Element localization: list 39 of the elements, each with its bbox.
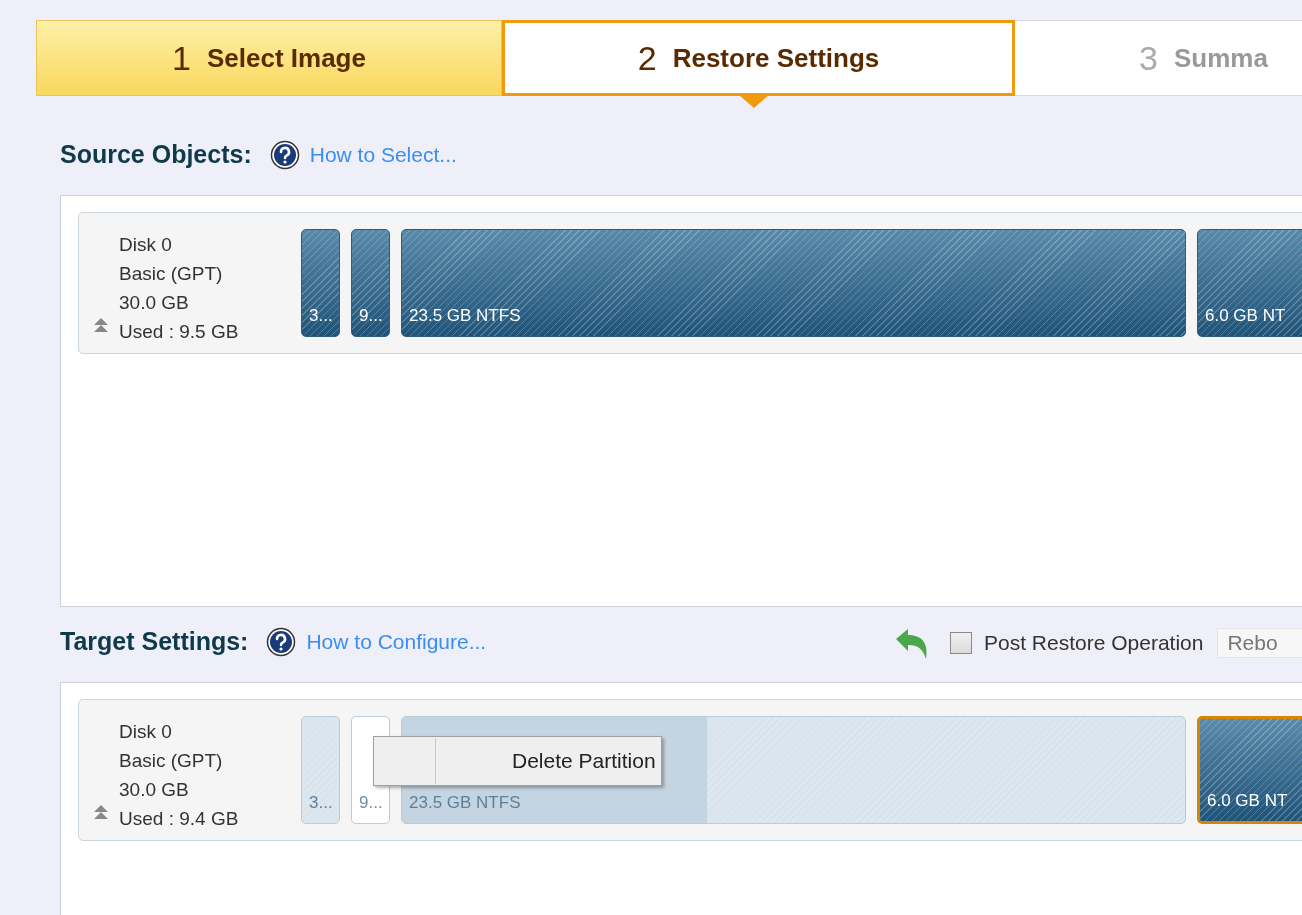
disk-info-text: Used : 9.5 GB [119, 320, 239, 344]
partition-label: 9... [358, 304, 383, 327]
step-number: 2 [637, 37, 657, 79]
partition-block[interactable]: 9... [351, 229, 390, 337]
step-label: Select Image [206, 41, 366, 75]
disk-info-text: Used : 9.4 GB [119, 807, 239, 831]
disk-info-text: Basic (GPT) [119, 262, 224, 286]
disk-info-text: 30.0 GB [119, 778, 190, 802]
partition-label: 6.0 GB NT [1204, 304, 1286, 327]
partition-label: 9... [358, 791, 383, 814]
partition-block[interactable]: 23.5 GB NTFS [401, 229, 1186, 337]
help-icon[interactable] [269, 140, 300, 170]
partition-block[interactable]: 3... [301, 229, 340, 337]
dropdown[interactable]: Rebo [1217, 628, 1302, 658]
checkbox-label: Post Restore Operation [984, 630, 1204, 657]
disk-info-text: 30.0 GB [119, 291, 190, 315]
disk-info-text: Disk 0 [119, 720, 173, 744]
section-heading: Target Settings: [60, 626, 249, 658]
partition-label: 23.5 GB NTFS [408, 304, 521, 327]
step-label: Summa [1173, 41, 1268, 75]
help-icon[interactable] [266, 627, 297, 657]
step-label: Restore Settings [672, 41, 880, 75]
step-number: 3 [1139, 37, 1158, 79]
disk-info-text: Disk 0 [119, 233, 173, 257]
wizard-step[interactable]: 1 Select Image [36, 20, 502, 96]
partition-block[interactable]: 6.0 GB NT [1197, 229, 1302, 337]
collapse-icon[interactable] [94, 318, 108, 334]
section-heading: Source Objects: [60, 139, 252, 171]
checkbox[interactable] [950, 632, 972, 654]
step-number: 1 [172, 37, 191, 79]
wizard-step[interactable]: 2 Restore Settings [502, 20, 1015, 96]
partition-label: 6.0 GB NT [1206, 789, 1288, 812]
partition-label: 3... [308, 304, 333, 327]
partition-block[interactable]: 6.0 GB NT [1197, 716, 1302, 824]
step-pointer-icon [739, 95, 769, 108]
partition-label: 23.5 GB NTFS [408, 791, 521, 814]
collapse-icon[interactable] [94, 805, 108, 821]
disk-info-text: Basic (GPT) [119, 749, 224, 773]
partition-label: 3... [308, 791, 333, 814]
